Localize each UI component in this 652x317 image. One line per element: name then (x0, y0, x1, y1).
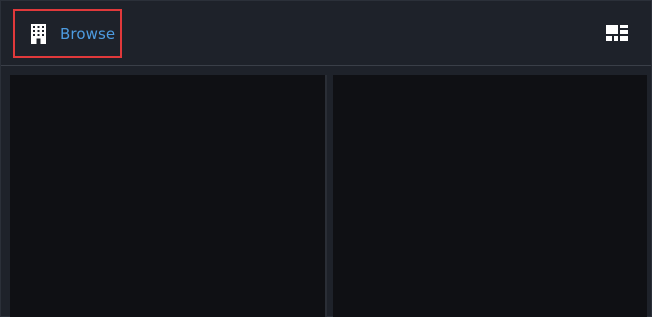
header-bar: Browse (1, 1, 651, 66)
browse-button[interactable]: Browse (13, 9, 122, 58)
content-area (1, 67, 651, 317)
browse-label: Browse (60, 24, 116, 43)
app-window: Browse (0, 0, 652, 317)
left-panel (10, 75, 327, 317)
layout-grid-icon (606, 25, 630, 48)
right-panel (333, 75, 647, 317)
building-icon (30, 23, 47, 45)
layout-toggle-button[interactable] (606, 23, 630, 44)
